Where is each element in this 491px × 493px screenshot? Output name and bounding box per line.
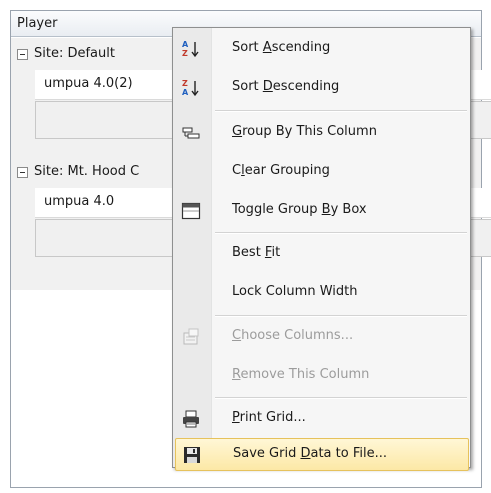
svg-text:Z: Z (182, 79, 188, 88)
menu-item-toggle-group-by-box[interactable]: Toggle Group By Box (175, 192, 469, 229)
group-box-icon (181, 201, 201, 221)
menu-item-label: Group By This Column (232, 124, 377, 139)
cell-player-value: umpua 4.0(2) (44, 76, 133, 91)
column-header-label: Player (17, 16, 58, 31)
menu-item-label: Best Fit (232, 245, 281, 260)
menu-item-sort-descending[interactable]: Z A Sort Descending (175, 69, 469, 106)
menu-item-label: Toggle Group By Box (232, 202, 367, 217)
menu-item-label: Lock Column Width (232, 284, 358, 299)
menu-item-label: Remove This Column (232, 367, 370, 382)
menu-item-choose-columns[interactable]: Choose Columns... (175, 318, 469, 355)
menu-separator (215, 397, 467, 399)
cell-player-value: umpua 4.0 (44, 194, 115, 209)
svg-text:A: A (182, 88, 189, 97)
menu-item-label: Clear Grouping (232, 163, 330, 178)
svg-text:A: A (182, 40, 189, 49)
choose-columns-icon (181, 327, 201, 347)
collapse-icon[interactable] (17, 49, 28, 60)
group-label: Site: Default (34, 46, 115, 61)
svg-text:Z: Z (182, 49, 188, 58)
group-label: Site: Mt. Hood C (34, 164, 140, 179)
menu-item-label: Print Grid... (232, 410, 306, 425)
printer-icon (181, 409, 201, 429)
menu-item-save-grid-data[interactable]: Save Grid Data to File... (175, 438, 469, 471)
group-by-icon (181, 123, 201, 143)
sort-ascending-icon: A Z (181, 39, 201, 59)
menu-item-remove-this-column[interactable]: Remove This Column (175, 357, 469, 394)
menu-item-lock-column-width[interactable]: Lock Column Width (175, 274, 469, 311)
menu-separator (215, 232, 467, 234)
menu-separator (215, 315, 467, 317)
menu-item-group-by-column[interactable]: Group By This Column (175, 114, 469, 151)
collapse-icon[interactable] (17, 167, 28, 178)
menu-item-clear-grouping[interactable]: Clear Grouping (175, 153, 469, 190)
column-context-menu: A Z Sort Ascending Z A Sort Descending G… (172, 27, 471, 471)
menu-item-label: Choose Columns... (232, 328, 354, 343)
menu-item-label: Save Grid Data to File... (233, 446, 387, 461)
menu-item-sort-ascending[interactable]: A Z Sort Ascending (175, 30, 469, 67)
menu-item-print-grid[interactable]: Print Grid... (175, 400, 469, 437)
menu-item-best-fit[interactable]: Best Fit (175, 235, 469, 272)
menu-separator (215, 110, 467, 112)
menu-item-label: Sort Ascending (232, 40, 331, 55)
sort-descending-icon: Z A (181, 78, 201, 98)
floppy-disk-icon (182, 445, 202, 465)
menu-item-label: Sort Descending (232, 79, 340, 94)
